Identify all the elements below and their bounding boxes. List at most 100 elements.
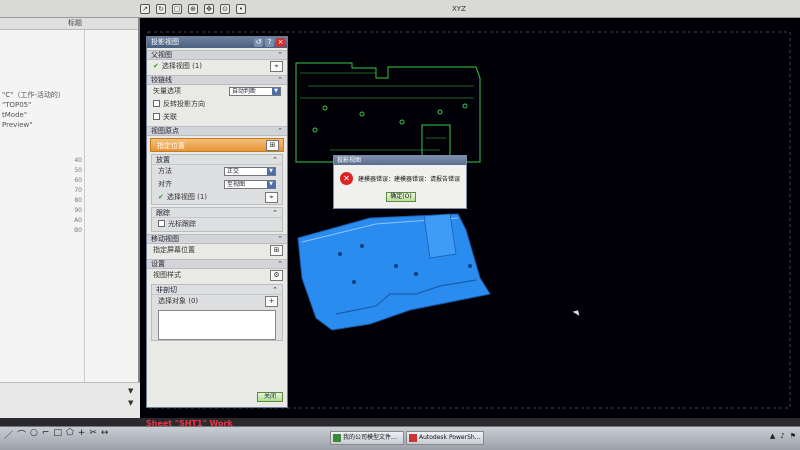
chevron-down-icon[interactable]: ▼ [128,387,136,395]
trim-icon[interactable]: ✂ [89,428,97,441]
taskbar-item-label: Autodesk PowerSh... [419,434,481,441]
method-row: 方法 正交 ▼ [152,165,282,178]
select-view-icon[interactable]: ⌖ [265,192,278,203]
placement-select-view-row[interactable]: ✔ 选择视图 (1) ⌖ [152,191,282,204]
specify-location-label: 指定位置 [157,142,185,150]
select-object-label: 选择对象 (0) [158,297,199,305]
specify-screen-location-row[interactable]: 指定屏幕位置 ⊞ [147,244,287,257]
reset-icon[interactable]: ↺ [254,38,263,47]
group-parent-view[interactable]: 父视图 ⌃ [147,50,287,60]
group-hinge-line[interactable]: 铰链线 ⌃ [147,75,287,85]
subgroup-header-label: 放置 [156,156,170,164]
reverse-direction-row[interactable]: 反转投影方向 [147,98,287,111]
non-sectioned-header[interactable]: 非剖切 ⌃ [152,285,282,295]
specify-location-row[interactable]: 指定位置 ⊞ [150,138,284,152]
close-icon[interactable]: × [276,38,285,47]
object-list[interactable] [158,310,276,340]
alignment-row: 对齐 至视图 ▼ [152,178,282,191]
vector-option-label: 矢量选项 [153,87,181,95]
method-dropdown[interactable]: 正交 ▼ [224,167,276,176]
tracking-header[interactable]: 跟踪 ⌃ [152,208,282,218]
rectangle-icon[interactable]: □ [53,428,62,441]
error-dialog-title[interactable]: 投影视图 [334,156,466,165]
point-icon[interactable]: • [236,3,246,14]
select-parent-view-row[interactable]: ✔ 选择视图 (1) ⌖ [147,60,287,73]
check-icon: ✔ [153,62,159,70]
taskbar-item[interactable]: Autodesk PowerSh... [406,431,484,445]
network-icon[interactable]: ▲ [770,432,775,440]
group-header-label: 设置 [151,260,165,268]
vector-option-row: 矢量选项 自动判断 ▼ [147,85,287,98]
dropdown-arrow-icon[interactable]: ▼ [272,88,280,95]
shaded-part-model[interactable] [297,213,491,331]
point-dialog-icon[interactable]: ⊞ [266,140,279,151]
chevron-up-icon[interactable]: ⌃ [277,235,283,244]
point-icon[interactable]: + [78,428,86,441]
pan-icon[interactable]: ✥ [204,3,214,14]
group-move-view[interactable]: 移动视图 ⌃ [147,234,287,244]
associative-row[interactable]: 关联 [147,111,287,124]
chevron-up-icon[interactable]: ⌃ [272,208,278,218]
chevron-down-icon[interactable]: ▼ [128,399,136,407]
circle-icon[interactable]: ○ [30,428,38,441]
method-value: 正交 [227,168,240,175]
confirm-button[interactable]: 确定(O) [386,192,416,202]
dropdown-arrow-icon[interactable]: ▼ [267,181,275,188]
dialog-title-bar[interactable]: 投影视图 ↺ ? × [147,37,287,48]
placement-header[interactable]: 放置 ⌃ [152,155,282,165]
vector-option-dropdown[interactable]: 自动判断 ▼ [229,87,281,96]
select-object-row[interactable]: 选择对象 (0) + [152,295,282,308]
point-dialog-icon[interactable]: ⊞ [270,245,283,256]
row-number: 90 [74,207,82,214]
taskbar-item[interactable]: 我的公司模型文件... [330,431,404,445]
navigator-entry[interactable]: Preview" [0,120,138,130]
polygon-icon[interactable]: ⬠ [66,428,74,441]
group-view-origin[interactable]: 视图原点 ⌃ [147,126,287,136]
chevron-up-icon[interactable]: ⌃ [277,127,283,136]
reverse-direction-checkbox[interactable] [153,100,160,107]
chevron-up-icon[interactable]: ⌃ [272,155,278,165]
arc-icon[interactable]: ⌒ [17,428,26,441]
cursor-tracking-label: 光标跟踪 [168,220,196,228]
add-icon[interactable]: + [265,296,278,307]
flag-icon[interactable]: ⚑ [790,432,796,440]
fillet-icon[interactable]: ⌐ [42,428,50,441]
vector-option-value: 自动判断 [232,88,257,95]
chevron-up-icon[interactable]: ⌃ [277,260,283,269]
error-icon: ✕ [340,172,353,185]
cursor-tracking-checkbox[interactable] [158,220,165,227]
associative-checkbox[interactable] [153,113,160,120]
fit-icon[interactable]: ▢ [172,3,182,14]
help-icon[interactable]: ? [265,38,274,47]
volume-icon[interactable]: ♪ [780,432,784,440]
navigator-detail-pane: ▼ ▼ [0,382,140,418]
navigator-entry[interactable]: "TOP05" [0,100,138,110]
ug-nx-window: ↗ ↻ ▢ ⊕ ✥ ⊙ • XYZ 标题 "C"（工作-活动的） "TOP05"… [0,0,800,450]
top-toolbar: ↗ ↻ ▢ ⊕ ✥ ⊙ • XYZ [0,0,800,18]
snap-icon[interactable]: ⊙ [220,3,230,14]
dialog-title: 投影视图 [151,38,179,46]
dimension-icon[interactable]: ↔ [101,428,109,441]
cursor-tracking-row[interactable]: 光标跟踪 [152,218,282,231]
view-style-row[interactable]: 视图样式 ⚙ [147,269,287,282]
navigator-entry[interactable]: tMode" [0,110,138,120]
dropdown-arrow-icon[interactable]: ▼ [267,168,275,175]
close-button[interactable]: 关闭 [257,392,283,402]
line-icon[interactable]: ／ [4,428,13,441]
navigator-row-numbers: 40 50 60 70 80 90 A0 B0 [62,156,82,236]
chevron-up-icon[interactable]: ⌃ [277,76,283,85]
select-view-icon[interactable]: ⌖ [270,61,283,72]
zoom-icon[interactable]: ⊕ [188,3,198,14]
chevron-up-icon[interactable]: ⌃ [272,285,278,295]
orient-icon[interactable]: ↗ [140,3,150,14]
check-icon: ✔ [158,193,164,201]
chevron-up-icon[interactable]: ⌃ [277,51,283,60]
alignment-dropdown[interactable]: 至视图 ▼ [224,180,276,189]
rotate-icon[interactable]: ↻ [156,3,166,14]
subgroup-header-label: 跟踪 [156,209,170,217]
navigator-entry[interactable]: "C"（工作-活动的） [0,90,138,100]
projected-view-wireframe[interactable] [295,62,481,163]
view-style-icon[interactable]: ⚙ [270,270,283,281]
alignment-value: 至视图 [227,181,246,188]
group-settings[interactable]: 设置 ⌃ [147,259,287,269]
